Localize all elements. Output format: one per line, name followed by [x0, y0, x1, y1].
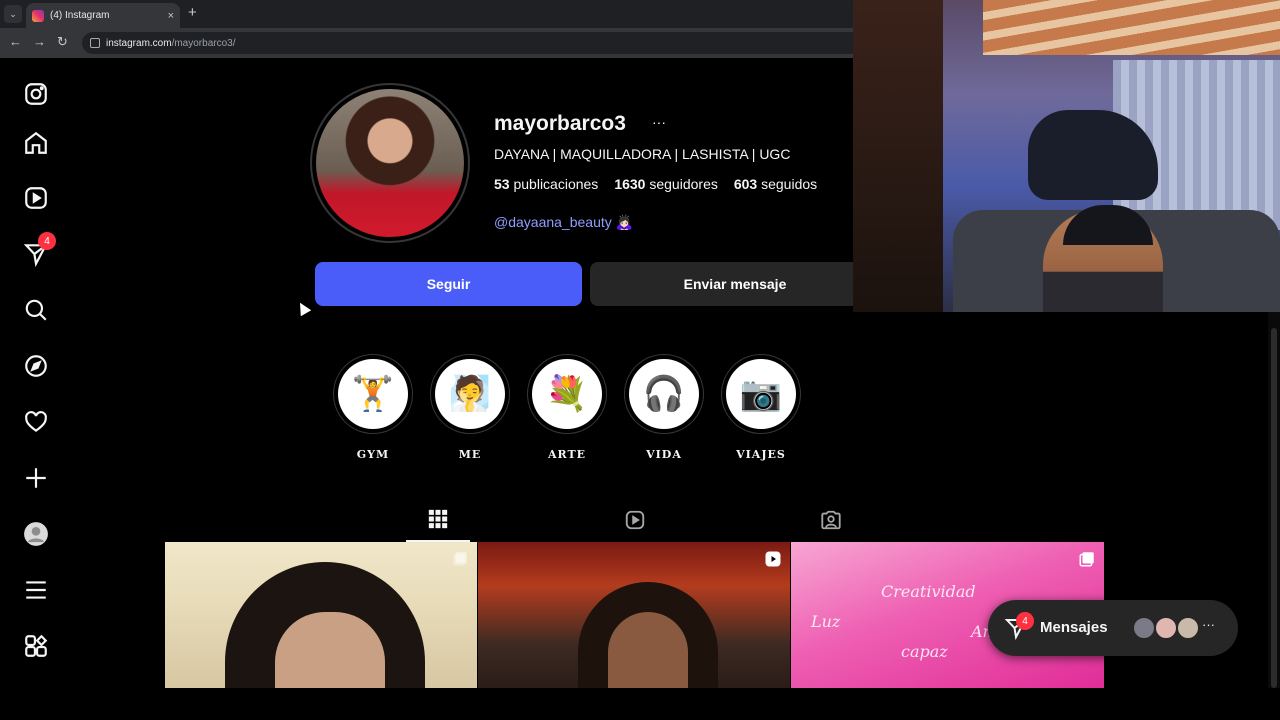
forward-arrow-icon[interactable]: → — [33, 34, 46, 49]
stat-followers-count: 1630 — [614, 176, 646, 192]
headphones-icon: 🎧 — [629, 359, 699, 429]
tagged-user-icon — [821, 510, 841, 530]
webcam-wall — [853, 0, 943, 312]
post-thumbnail[interactable] — [478, 542, 790, 688]
tulip-bouquet-icon: 💐 — [532, 359, 602, 429]
webcam-ceiling — [983, 0, 1280, 55]
reel-play-icon — [765, 551, 781, 567]
also-from-meta-icon[interactable] — [22, 632, 50, 660]
post-wall-text: capaz — [901, 642, 948, 661]
stat-posts: 53 publicaciones — [494, 176, 598, 192]
instant-camera-icon: 📷 — [726, 359, 796, 429]
browser-toolbar: ← → ↻ instagram.com/mayorbarco3/ — [0, 28, 862, 58]
highlight-cover: 🎧 — [624, 354, 704, 434]
post-image-face — [608, 612, 688, 688]
tab-tagged[interactable] — [799, 498, 863, 542]
send-message-button[interactable]: Enviar mensaje — [590, 262, 880, 306]
address-bar[interactable]: instagram.com/mayorbarco3/ — [82, 32, 862, 54]
grid-icon — [428, 509, 448, 529]
new-tab-button[interactable]: + — [188, 4, 197, 21]
profile-username: mayorbarco3 — [494, 112, 626, 135]
home-icon[interactable] — [22, 129, 50, 157]
back-arrow-icon[interactable]: ← — [9, 34, 22, 49]
tab-posts-grid[interactable] — [406, 498, 470, 542]
reels-tab-icon — [625, 510, 645, 530]
highlight-arte[interactable]: 💐 ARTE — [525, 354, 609, 461]
post-wall-text: Luz — [811, 612, 841, 631]
reels-icon[interactable] — [22, 184, 50, 212]
highlight-cover: 🧖 — [430, 354, 510, 434]
posts-grid: Creatividad Amor Luz capaz — [165, 542, 1104, 688]
carousel-icon — [1079, 552, 1094, 567]
avatar — [1132, 616, 1156, 640]
highlight-label: GYM — [356, 448, 390, 461]
stat-following-count: 603 — [733, 176, 758, 192]
search-icon[interactable] — [22, 296, 50, 324]
stat-followers-label: seguidores — [649, 176, 718, 192]
site-settings-icon[interactable] — [90, 38, 100, 48]
avatar — [1154, 616, 1178, 640]
direct-messages-icon[interactable]: 4 — [22, 232, 56, 268]
highlight-vida[interactable]: 🎧 VIDA — [622, 354, 706, 461]
highlight-cover: 🏋 — [333, 354, 413, 434]
stat-following-label: seguidos — [761, 176, 818, 192]
create-plus-icon[interactable] — [22, 464, 50, 492]
post-thumbnail[interactable] — [165, 542, 477, 688]
highlight-cover: 💐 — [527, 354, 607, 434]
tab-search-button[interactable]: ⌄ — [4, 5, 22, 23]
instagram-favicon-icon — [32, 9, 44, 22]
instagram-logo-icon[interactable] — [22, 80, 50, 108]
highlight-cover: 📷 — [721, 354, 801, 434]
bottom-bar — [0, 688, 1280, 720]
tab-close-icon[interactable]: × — [168, 10, 174, 22]
url-host: instagram.com — [106, 37, 172, 49]
post-wall-text: Creatividad — [881, 582, 976, 601]
tab-reels[interactable] — [603, 498, 667, 542]
reload-icon[interactable]: ↻ — [57, 34, 68, 50]
messages-label: Mensajes — [1040, 619, 1108, 636]
highlight-viajes[interactable]: 📷 VIAJES — [719, 354, 803, 461]
notification-badge: 4 — [38, 232, 56, 250]
more-options-icon[interactable]: ··· — [652, 114, 666, 130]
profile-tabs — [165, 498, 1104, 542]
stat-posts-label: publicaciones — [513, 176, 599, 192]
profile-avatar-icon[interactable] — [22, 520, 50, 548]
notifications-heart-icon[interactable] — [22, 408, 50, 436]
messages-drawer-button[interactable]: 4 Mensajes ··· — [988, 600, 1238, 656]
profile-full-name: DAYANA | MAQUILLADORA | LASHISTA | UGC — [494, 146, 791, 162]
url-path: /mayorbarco3/ — [171, 37, 236, 49]
browser-tabstrip: ⌄ (4) Instagram × + — [0, 0, 853, 28]
highlight-label: ME — [458, 448, 482, 461]
face-mask-icon: 🧖 — [435, 359, 505, 429]
webcam-overlay — [853, 0, 1280, 312]
highlight-label: VIDA — [646, 448, 682, 461]
highlight-label: VIAJES — [736, 448, 786, 461]
highlight-me[interactable]: 🧖 ME — [428, 354, 512, 461]
sidebar-nav: 4 — [0, 58, 72, 688]
stat-followers[interactable]: 1630 seguidores — [614, 176, 718, 192]
browser-tab-instagram[interactable]: (4) Instagram × — [26, 3, 180, 28]
carousel-icon — [453, 552, 467, 566]
bio-mention-link[interactable]: @dayaana_beauty 🙇🏻‍♀️ — [494, 214, 633, 231]
follow-button[interactable]: Seguir — [315, 262, 582, 306]
messages-badge: 4 — [1016, 612, 1034, 630]
profile-photo — [316, 89, 464, 237]
tab-title: (4) Instagram — [50, 10, 110, 21]
highlight-label: ARTE — [547, 448, 587, 461]
avatar — [1176, 616, 1200, 640]
highlight-gym[interactable]: 🏋 GYM — [331, 354, 415, 461]
scrollbar-thumb[interactable] — [1271, 328, 1277, 688]
menu-hamburger-icon[interactable] — [22, 576, 50, 604]
stat-following[interactable]: 603 seguidos — [734, 176, 817, 192]
profile-stats: 53 publicaciones 1630 seguidores 603 seg… — [494, 176, 817, 192]
profile-avatar[interactable] — [310, 83, 470, 243]
url-text: instagram.com/mayorbarco3/ — [106, 38, 236, 49]
stat-posts-count: 53 — [494, 176, 510, 192]
messages-more-icon: ··· — [1202, 617, 1215, 632]
explore-compass-icon[interactable] — [22, 352, 50, 380]
dumbbell-icon: 🏋 — [338, 359, 408, 429]
